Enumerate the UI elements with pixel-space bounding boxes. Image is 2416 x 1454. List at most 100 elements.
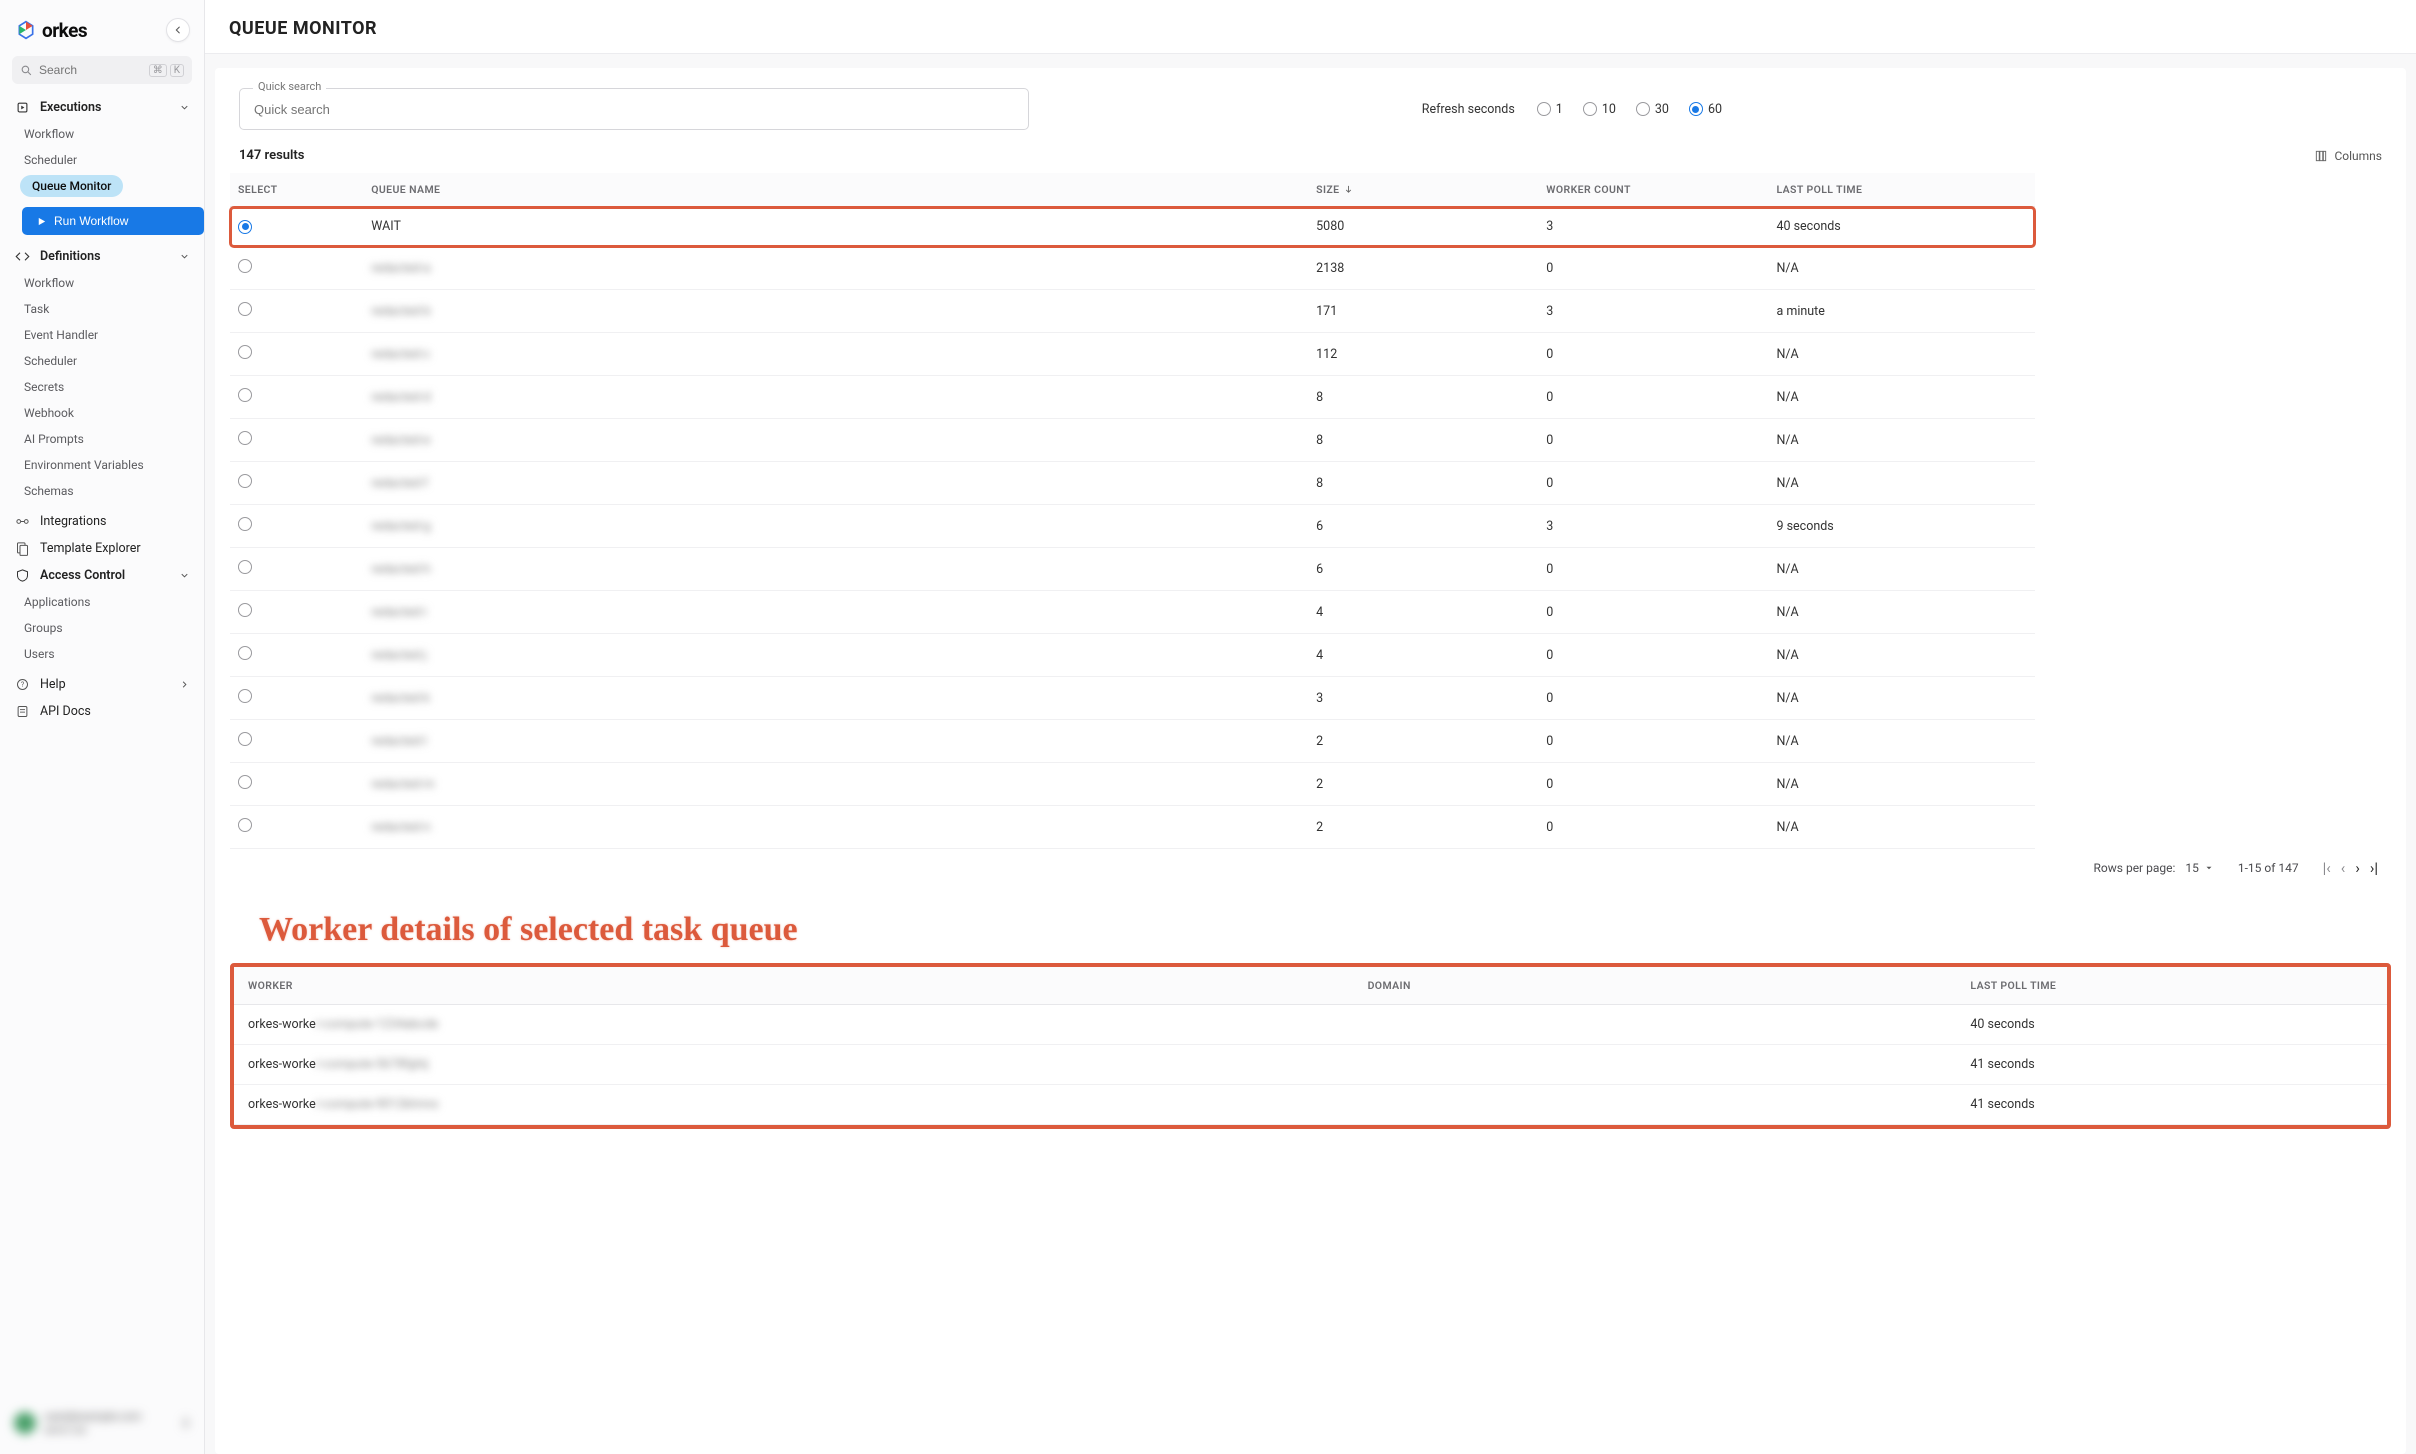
page-next-button[interactable]: › (2355, 859, 2360, 877)
refresh-option-1[interactable]: 1 (1537, 102, 1563, 117)
th-select[interactable]: SELECT (230, 173, 363, 207)
th-last-poll[interactable]: LAST POLL TIME (1768, 173, 2035, 207)
nav-item-env-vars[interactable]: Environment Variables (0, 452, 204, 478)
row-select-radio[interactable] (238, 474, 252, 488)
refresh-option-60[interactable]: 60 (1689, 102, 1722, 117)
sidebar: orkes ⌘K Executions (0, 0, 205, 1454)
nav-item-applications[interactable]: Applications (0, 589, 204, 615)
nav-item-queue-monitor[interactable]: Queue Monitor (20, 175, 123, 197)
logout-icon[interactable] (176, 1416, 190, 1430)
nav-label: API Docs (40, 704, 91, 719)
nav-section-executions[interactable]: Executions (0, 94, 204, 121)
refresh-option-10[interactable]: 10 (1583, 102, 1616, 117)
th-worker-poll[interactable]: LAST POLL TIME (1956, 967, 2387, 1005)
worker-row[interactable]: orkes-worker-compute-9012klmno41 seconds (234, 1085, 2387, 1125)
queue-row[interactable]: redacted-i40N/A (230, 591, 2035, 634)
nav-item-scheduler-def[interactable]: Scheduler (0, 348, 204, 374)
th-worker-count[interactable]: WORKER COUNT (1538, 173, 1768, 207)
page-prev-button[interactable]: ‹ (2341, 859, 2346, 877)
nav-item-template-explorer[interactable]: Template Explorer (0, 535, 204, 562)
nav-section-definitions[interactable]: Definitions (0, 243, 204, 270)
th-queue-name[interactable]: QUEUE NAME (363, 173, 1308, 207)
columns-button[interactable]: Columns (2314, 149, 2382, 163)
row-select-radio[interactable] (238, 431, 252, 445)
th-worker[interactable]: WORKER (234, 967, 1354, 1005)
queue-row[interactable]: redacted-b1713a minute (230, 290, 2035, 333)
queue-row[interactable]: redacted-f80N/A (230, 462, 2035, 505)
queue-row[interactable]: redacted-c1120N/A (230, 333, 2035, 376)
radio-label: 30 (1655, 102, 1669, 117)
refresh-option-30[interactable]: 30 (1636, 102, 1669, 117)
nav-item-schemas[interactable]: Schemas (0, 478, 204, 504)
sidebar-collapse-button[interactable] (166, 18, 190, 42)
nav-item-api-docs[interactable]: API Docs (0, 698, 204, 725)
nav-item-groups[interactable]: Groups (0, 615, 204, 641)
queues-table: SELECT QUEUE NAME SIZE WORKER C (230, 173, 2035, 849)
row-select-radio[interactable] (238, 388, 252, 402)
queue-last-poll: N/A (1768, 634, 2035, 677)
nav-item-help[interactable]: ? Help (0, 671, 204, 698)
nav-item-secrets[interactable]: Secrets (0, 374, 204, 400)
nav-item-scheduler-exec[interactable]: Scheduler (0, 147, 204, 173)
nav-item-workflow-def[interactable]: Workflow (0, 270, 204, 296)
worker-row[interactable]: orkes-worker-compute-1234abcde40 seconds (234, 1005, 2387, 1045)
queue-row[interactable]: redacted-e80N/A (230, 419, 2035, 462)
quick-search-input[interactable] (239, 88, 1029, 130)
queue-worker-count: 0 (1538, 419, 1768, 462)
th-domain[interactable]: DOMAIN (1354, 967, 1957, 1005)
nav-item-event-handler[interactable]: Event Handler (0, 322, 204, 348)
nav-item-users[interactable]: Users (0, 641, 204, 667)
row-select-radio[interactable] (238, 220, 252, 234)
queue-row[interactable]: redacted-g639 seconds (230, 505, 2035, 548)
row-select-radio[interactable] (238, 775, 252, 789)
nav-item-ai-prompts[interactable]: AI Prompts (0, 426, 204, 452)
queue-size: 8 (1308, 462, 1538, 505)
rows-per-page-select[interactable]: 15 (2185, 861, 2214, 875)
th-size[interactable]: SIZE (1308, 173, 1538, 207)
nav-item-workflow-exec[interactable]: Workflow (0, 121, 204, 147)
quick-search-field[interactable]: Quick search (239, 88, 1029, 130)
worker-row[interactable]: orkes-worker-compute-5678fghij41 seconds (234, 1045, 2387, 1085)
queue-row[interactable]: redacted-l20N/A (230, 720, 2035, 763)
radio-label: 1 (1556, 102, 1563, 117)
queue-row[interactable]: redacted-n20N/A (230, 806, 2035, 849)
row-select-radio[interactable] (238, 818, 252, 832)
sidebar-search[interactable]: ⌘K (12, 56, 192, 84)
nav-item-webhook[interactable]: Webhook (0, 400, 204, 426)
row-select-radio[interactable] (238, 603, 252, 617)
row-select-radio[interactable] (238, 646, 252, 660)
nav-item-integrations[interactable]: Integrations (0, 508, 204, 535)
row-select-radio[interactable] (238, 689, 252, 703)
queue-row[interactable]: redacted-j40N/A (230, 634, 2035, 677)
queue-row[interactable]: redacted-h60N/A (230, 548, 2035, 591)
queue-size: 6 (1308, 505, 1538, 548)
queue-row[interactable]: redacted-a21380N/A (230, 247, 2035, 290)
queue-row[interactable]: redacted-m20N/A (230, 763, 2035, 806)
refresh-radio-group: 1 10 30 60 (1537, 102, 1722, 117)
row-select-radio[interactable] (238, 345, 252, 359)
page-first-button[interactable]: |‹ (2323, 859, 2331, 877)
row-select-radio[interactable] (238, 302, 252, 316)
row-select-radio[interactable] (238, 732, 252, 746)
code-icon (14, 249, 30, 264)
nav-item-task[interactable]: Task (0, 296, 204, 322)
user-footer[interactable]: user@example.comadmin role (0, 1398, 204, 1454)
queue-row[interactable]: WAIT5080340 seconds (230, 207, 2035, 247)
nav-section-access[interactable]: Access Control (0, 562, 204, 589)
shield-icon (14, 568, 30, 583)
dropdown-icon (2204, 863, 2214, 873)
queue-row[interactable]: redacted-d80N/A (230, 376, 2035, 419)
row-select-radio[interactable] (238, 560, 252, 574)
run-workflow-button[interactable]: Run Workflow (22, 207, 204, 235)
page-last-button[interactable]: ›| (2370, 859, 2378, 877)
row-select-radio[interactable] (238, 517, 252, 531)
queue-name: redacted-g (371, 519, 430, 534)
radio-label: 10 (1602, 102, 1616, 117)
queue-last-poll: N/A (1768, 462, 2035, 505)
help-icon: ? (14, 677, 30, 692)
queue-row[interactable]: redacted-k30N/A (230, 677, 2035, 720)
queue-size: 2138 (1308, 247, 1538, 290)
queue-last-poll: N/A (1768, 806, 2035, 849)
row-select-radio[interactable] (238, 259, 252, 273)
sidebar-search-input[interactable] (39, 63, 99, 77)
